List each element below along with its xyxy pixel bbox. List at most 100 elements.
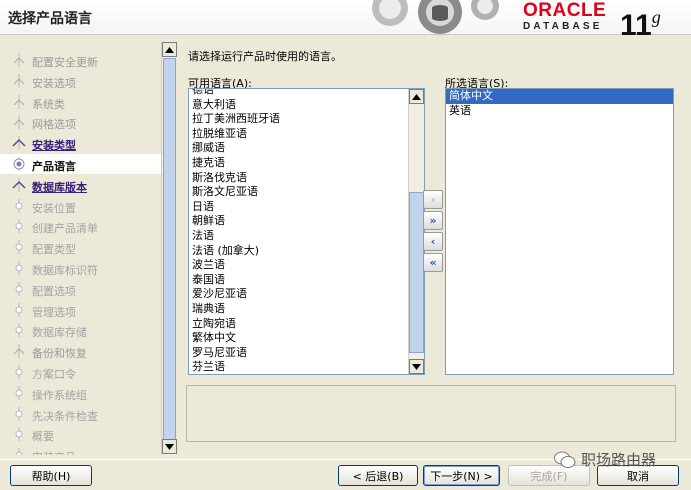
list-item[interactable]: 英语 xyxy=(446,104,673,119)
list-scroll-down-button[interactable] xyxy=(409,359,424,374)
instruction-text: 请选择运行产品时使用的语言。 xyxy=(188,50,342,63)
list-item[interactable]: 泰国语 xyxy=(189,273,409,288)
help-button[interactable]: 帮助(H) xyxy=(10,465,92,486)
step-label: 配置安全更新 xyxy=(32,56,98,69)
step-item: 安装位置 xyxy=(0,196,161,216)
step-node-icon xyxy=(15,281,23,296)
list-scroll-up-button[interactable] xyxy=(409,89,424,104)
step-node-icon xyxy=(15,448,23,455)
list-item[interactable]: 芬兰语 xyxy=(189,360,409,374)
step-node-icon xyxy=(15,365,23,379)
list-item[interactable]: 意大利语 xyxy=(189,98,409,113)
list-item[interactable]: 德语 xyxy=(189,89,409,98)
step-label: 操作系统组 xyxy=(32,388,87,402)
scroll-thumb[interactable] xyxy=(163,58,176,448)
step-node-icon xyxy=(15,427,23,442)
step-label: 网格选项 xyxy=(32,118,76,132)
steps-panel: 配置安全更新 安装选项 系统类 网格选项 安装类型 产品语言 数据库版本 安装位置 创建产品清单… xyxy=(0,42,162,455)
step-label: 备份和恢复 xyxy=(32,347,87,361)
page-title: 选择产品语言 xyxy=(8,11,92,27)
step-item: 创建产品清单 xyxy=(0,216,161,236)
step-item[interactable]: 数据库版本 xyxy=(0,175,161,195)
step-node-icon xyxy=(15,323,23,338)
step-label: 方案口令 xyxy=(32,368,76,381)
list-item[interactable]: 拉丁美洲西班牙语 xyxy=(189,112,409,127)
step-node-icon xyxy=(13,115,25,130)
arrow-down-icon xyxy=(412,363,421,370)
step-item: 操作系统组 xyxy=(0,383,161,403)
step-label: 管理选项 xyxy=(32,305,76,319)
step-item: 安装产品 xyxy=(0,445,161,455)
arrow-up-icon xyxy=(412,93,421,100)
main-panel: 请选择运行产品时使用的语言。 可用语言(A): 所选语言(S): 德语 意大利语拉… xyxy=(180,42,685,455)
step-label: 安装选项 xyxy=(32,76,76,90)
watermark-text: 职场路由器 xyxy=(581,451,657,469)
next-button[interactable]: 下一步(N) > xyxy=(423,465,500,486)
list-item[interactable]: 立陶宛语 xyxy=(189,317,409,332)
step-node-icon xyxy=(13,53,25,67)
add-button[interactable]: › xyxy=(423,190,443,209)
list-item[interactable]: 罗马尼亚语 xyxy=(189,346,409,361)
step-item: 配置安全更新 xyxy=(0,50,161,70)
scroll-down-button[interactable] xyxy=(162,439,177,454)
list-item[interactable]: 捷克语 xyxy=(189,156,409,171)
step-item: 数据库标识符 xyxy=(0,258,161,278)
step-label: 数据库标识符 xyxy=(32,264,98,277)
step-node-icon xyxy=(15,198,23,213)
arrow-up-icon xyxy=(165,46,174,53)
step-item: 管理选项 xyxy=(0,300,161,320)
list-item[interactable]: 斯洛伐克语 xyxy=(189,171,409,186)
list-item[interactable]: 挪威语 xyxy=(189,141,409,156)
brand-top: ORACLE xyxy=(523,0,607,21)
step-node-icon xyxy=(15,240,23,255)
step-node-icon xyxy=(15,406,23,421)
step-item: 安装选项 xyxy=(0,71,161,91)
list-item[interactable]: 斯洛文尼亚语 xyxy=(189,185,409,200)
remove-all-button[interactable]: « xyxy=(423,253,443,272)
list-item[interactable]: 朝鲜语 xyxy=(189,214,409,229)
step-label: 先决条件检查 xyxy=(32,409,98,423)
list-item[interactable]: 法语 xyxy=(189,229,409,244)
selected-languages-list[interactable]: 简体中文 英语 xyxy=(445,88,674,375)
gears-banner-icon xyxy=(372,0,499,34)
step-item: 产品语言 xyxy=(0,154,161,174)
step-node-icon xyxy=(12,136,26,151)
add-all-button[interactable]: » xyxy=(423,211,443,230)
step-label: 配置选项 xyxy=(32,284,76,298)
remove-button[interactable]: ‹ xyxy=(423,232,443,251)
step-node-icon xyxy=(13,344,25,359)
step-node-icon xyxy=(15,219,23,234)
step-node-icon xyxy=(15,261,23,275)
step-node-icon xyxy=(13,73,25,88)
list-scroll-thumb[interactable] xyxy=(409,192,424,353)
step-item: 先决条件检查 xyxy=(0,404,161,424)
brand-bottom: DATABASE xyxy=(523,21,603,32)
description-area xyxy=(186,385,676,442)
list-item[interactable]: 爱沙尼亚语 xyxy=(189,287,409,302)
list-item[interactable]: 简体中文 xyxy=(446,89,673,104)
step-label: 数据库版本 xyxy=(32,180,87,194)
version-suffix: g xyxy=(651,7,661,27)
list-item[interactable]: 波兰语 xyxy=(189,258,409,273)
step-node-icon xyxy=(13,94,25,109)
list-item[interactable]: 日语 xyxy=(189,200,409,215)
steps-scrollbar[interactable] xyxy=(161,42,177,455)
available-languages-list[interactable]: 德语 意大利语 拉丁美洲西班牙语 拉脱维亚语 挪威语 捷克语 斯洛伐克语 斯洛文尼亚语 日语 朝鲜… xyxy=(188,88,425,375)
step-label: 概要 xyxy=(32,430,54,444)
scroll-up-button[interactable] xyxy=(162,42,177,57)
back-button[interactable]: < 后退(B) xyxy=(338,465,418,486)
list-item[interactable]: 瑞典语 xyxy=(189,302,409,317)
list-item[interactable]: 法语 (加拿大) xyxy=(189,244,409,259)
step-node-icon xyxy=(15,385,23,400)
step-label: 创建产品清单 xyxy=(32,222,98,236)
available-list-scrollbar[interactable] xyxy=(408,89,424,374)
step-item[interactable]: 安装类型 xyxy=(0,133,161,153)
step-item: 备份和恢复 xyxy=(0,341,161,361)
step-item: 网格选项 xyxy=(0,112,161,132)
chat-bubble-icon xyxy=(554,451,576,468)
list-item[interactable]: 拉脱维亚语 xyxy=(189,127,409,142)
step-label: 配置类型 xyxy=(32,243,76,257)
step-item: 配置类型 xyxy=(0,237,161,257)
list-item[interactable]: 繁体中文 xyxy=(189,331,409,346)
step-label: 安装类型 xyxy=(32,139,76,153)
